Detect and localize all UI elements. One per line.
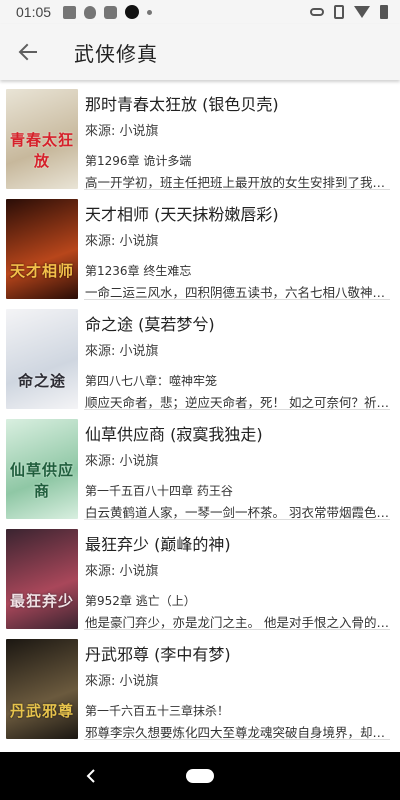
book-latest-chapter: 第1296章 诡计多端 xyxy=(85,154,192,168)
book-source: 來源: 小说旗 xyxy=(85,124,159,139)
book-cover-image: 最狂弃少 xyxy=(6,529,78,629)
book-info: 仙草供应商 (寂寞我独走) 來源: 小说旗 第一千五百八十四章 药王谷 白云黄鹤道人家… xyxy=(85,410,392,520)
battery-icon xyxy=(380,5,388,19)
book-latest-chapter: 第952章 逃亡（上） xyxy=(85,594,196,608)
qq-icon xyxy=(84,5,97,19)
nav-back-icon[interactable] xyxy=(82,766,102,786)
arrow-left-icon xyxy=(18,43,37,61)
record-dot-icon xyxy=(125,5,140,19)
app-toolbar: 武侠修真 xyxy=(0,24,400,80)
book-list-item[interactable]: 命之途 命之途 (莫若梦兮) 來源: 小说旗 第四八七八章：噬神牢笼 顺应天命者，悲；逆… xyxy=(0,300,400,410)
status-left: 01:05 xyxy=(16,4,153,20)
book-info: 最狂弃少 (巅峰的神) 來源: 小说旗 第952章 逃亡（上） 他是豪门弃少，亦是龙门… xyxy=(85,520,392,630)
page-title: 武侠修真 xyxy=(74,41,158,66)
book-latest-chapter: 第四八七八章：噬神牢笼 xyxy=(85,374,218,388)
wifi-icon xyxy=(354,6,370,18)
back-button[interactable] xyxy=(0,24,56,80)
book-title: 那时青春太狂放 (银色贝壳) xyxy=(85,95,279,114)
book-cover-image: 丹武邪尊 xyxy=(6,639,78,739)
app-icon xyxy=(104,5,118,19)
status-time: 01:05 xyxy=(16,4,52,20)
vibrate-icon xyxy=(334,5,344,19)
book-info: 那时青春太狂放 (银色贝壳) 來源: 小说旗 第1296章 诡计多端 高一开学初，班主… xyxy=(85,80,392,190)
book-latest-chapter: 第一千五百八十四章 药王谷 xyxy=(85,484,233,498)
book-source: 來源: 小说旗 xyxy=(85,234,159,249)
book-info: 天才相师 (天天抹粉嫩唇彩) 來源: 小说旗 第1236章 终生难忘 一命二运三风水，… xyxy=(85,190,392,300)
book-title: 天才相师 (天天抹粉嫩唇彩) xyxy=(85,205,279,224)
key-icon xyxy=(310,8,324,16)
cover-title-art: 青春太狂放 xyxy=(9,131,74,170)
book-latest-chapter: 第1236章 终生难忘 xyxy=(85,264,192,278)
book-cover-image: 仙草供应商 xyxy=(6,419,78,519)
image-icon xyxy=(63,5,77,19)
book-title: 仙草供应商 (寂寞我独走) xyxy=(85,425,263,444)
dot-icon xyxy=(147,9,153,15)
book-source: 來源: 小说旗 xyxy=(85,344,159,359)
cover-title-art: 天才相师 xyxy=(9,262,74,280)
cover-title-art: 丹武邪尊 xyxy=(9,702,74,720)
cover-title-art: 命之途 xyxy=(17,372,66,390)
book-latest-chapter: 第一千六百五十三章抹杀！ xyxy=(85,704,230,718)
book-list-item[interactable]: 天才相师 天才相师 (天天抹粉嫩唇彩) 來源: 小说旗 第1236章 终生难忘 一命二运… xyxy=(0,190,400,300)
book-list-item[interactable]: 仙草供应商 仙草供应商 (寂寞我独走) 來源: 小说旗 第一千五百八十四章 药王谷 白云… xyxy=(0,410,400,520)
book-title: 最狂弃少 (巅峰的神) xyxy=(85,535,231,554)
cover-title-art: 最狂弃少 xyxy=(9,592,74,610)
book-source: 來源: 小说旗 xyxy=(85,674,159,689)
book-title: 命之途 (莫若梦兮) xyxy=(85,315,215,334)
book-source: 來源: 小说旗 xyxy=(85,564,159,579)
book-cover-image: 天才相师 xyxy=(6,199,78,299)
status-right xyxy=(310,5,388,19)
cover-title-art: 仙草供应商 xyxy=(9,461,74,500)
book-cover-image: 命之途 xyxy=(6,309,78,409)
book-list-item[interactable]: 丹武邪尊 丹武邪尊 (李中有梦) 來源: 小说旗 第一千六百五十三章抹杀！ 邪尊李宗久想… xyxy=(0,630,400,740)
book-info: 丹武邪尊 (李中有梦) 來源: 小说旗 第一千六百五十三章抹杀！ 邪尊李宗久想要炼化四… xyxy=(85,630,392,740)
book-cover-image: 青春太狂放 xyxy=(6,89,78,189)
book-list-item[interactable]: 青春太狂放 那时青春太狂放 (银色贝壳) 來源: 小说旗 第1296章 诡计多端 高一开… xyxy=(0,80,400,190)
status-bar: 01:05 xyxy=(0,0,400,24)
book-list[interactable]: 青春太狂放 那时青春太狂放 (银色贝壳) 來源: 小说旗 第1296章 诡计多端 高一开… xyxy=(0,80,400,752)
book-list-item[interactable]: 最狂弃少 最狂弃少 (巅峰的神) 來源: 小说旗 第952章 逃亡（上） 他是豪门弃少，… xyxy=(0,520,400,630)
book-title: 丹武邪尊 (李中有梦) xyxy=(85,645,231,664)
nav-home-button[interactable] xyxy=(186,769,214,783)
book-source: 來源: 小说旗 xyxy=(85,454,159,469)
row-divider xyxy=(84,739,390,740)
book-info: 命之途 (莫若梦兮) 來源: 小说旗 第四八七八章：噬神牢笼 顺应天命者，悲；逆应天命… xyxy=(85,300,392,410)
system-nav-bar xyxy=(0,752,400,800)
